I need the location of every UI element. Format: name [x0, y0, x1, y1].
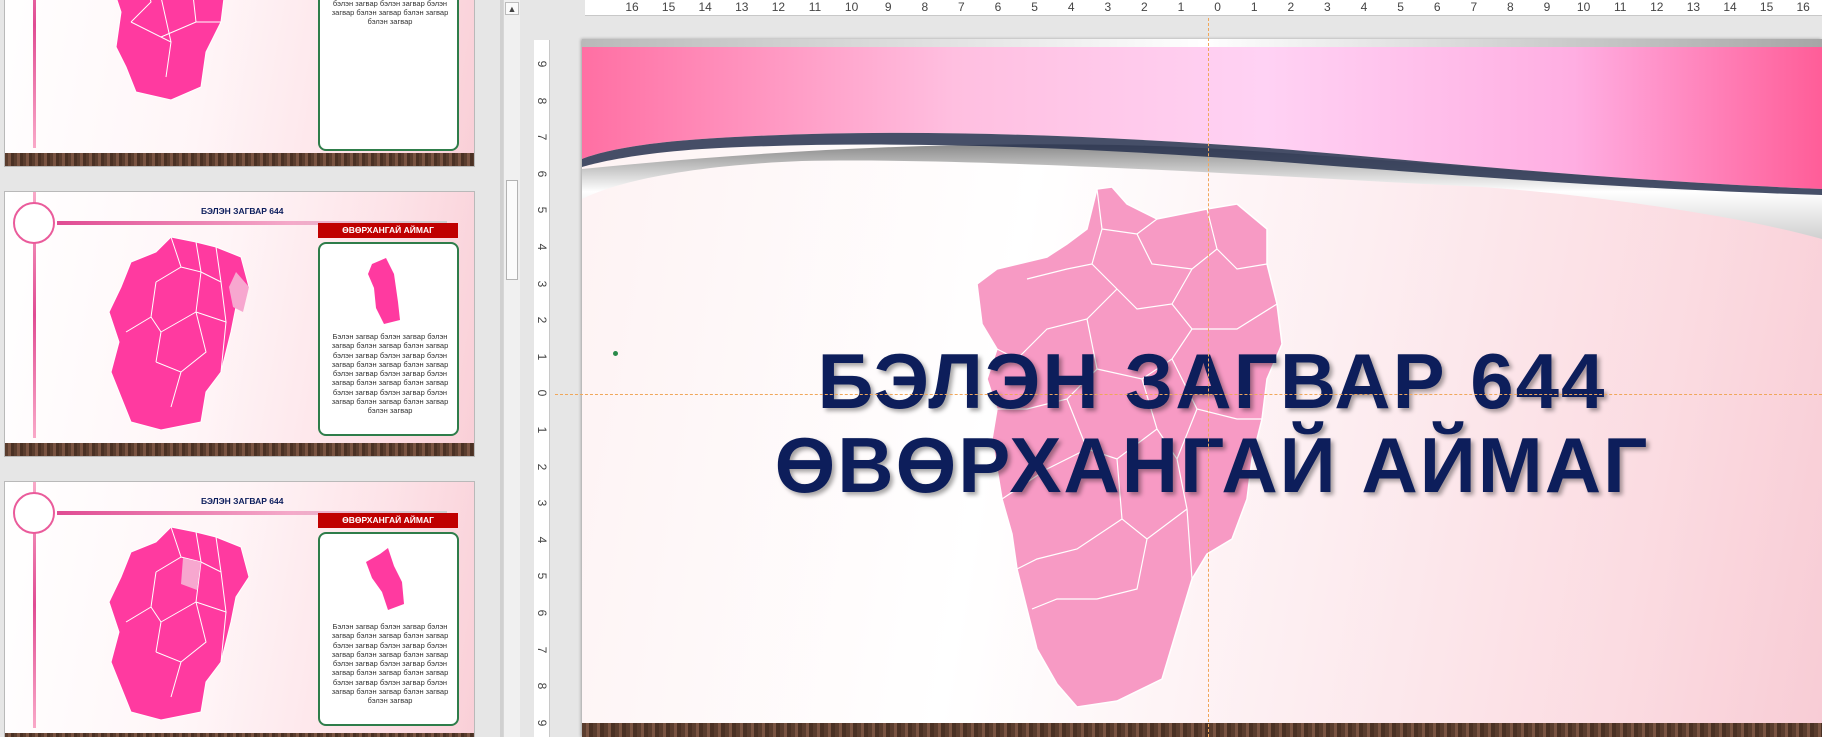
ruler-tick-label: 14: [698, 0, 712, 14]
ruler-tick-label: 2: [535, 463, 549, 470]
current-slide[interactable]: БЭЛЭН ЗАГВАР 644 ӨВӨРХАНГАЙ АЙМАГ: [582, 39, 1822, 737]
ruler-tick-label: 6: [1433, 0, 1441, 14]
ruler-tick-label: 9: [884, 0, 892, 14]
decor-floor: [5, 733, 474, 737]
ruler-tick-label: 4: [1067, 0, 1075, 14]
province-mini-map: [368, 258, 400, 324]
horizontal-ruler: 16 15 14 13 12 11 10 9 8 7 6 5 4 3 2 1 0 1 2 3 4 5 6 7 8 9 10 11 12 1…: [585, 0, 1822, 16]
ruler-tick-label: 0: [1214, 0, 1221, 14]
thumbnail-body-text: Бэлэн загвар бэлэн загвар бэлэн загвар б…: [331, 622, 449, 706]
ruler-tick-label: 6: [994, 0, 1002, 14]
thumbnail-title: БЭЛЭН ЗАГВАР 644: [201, 496, 284, 506]
ruler-tick-label: 10: [844, 0, 859, 14]
ruler-tick-label: 1: [535, 426, 549, 434]
vertical-ruler: 9 8 7 6 5 4 3 2 1 0 1 2 3 4 5 6 7 8 9: [534, 40, 550, 737]
thumbnail-body-text: Бэлэн загвар бэлэн загвар бэлэн загвар б…: [331, 332, 449, 416]
aimag-map: [108, 526, 250, 721]
ruler-tick-label: 7: [1470, 0, 1478, 14]
ruler-tick-label: 11: [808, 0, 822, 14]
slide-thumbnail-3[interactable]: БЭЛЭН ЗАГВАР 644 ӨВӨРХАНГАЙ АЙМАГ Бэлэн …: [4, 481, 475, 737]
province-label: ӨВӨРХАНГАЙ АЙМАГ: [318, 223, 458, 238]
vertical-smart-guide[interactable]: [1208, 18, 1209, 737]
ruler-tick-label: 5: [535, 207, 549, 214]
decor-floor: [582, 723, 1822, 737]
ruler-tick-label: 16: [625, 0, 639, 14]
slide-thumbnail-pane[interactable]: Бэлэн загвар бэлэн загвар бэлэн загвар б…: [0, 0, 500, 737]
ruler-tick-label: 7: [535, 646, 549, 653]
slide-title[interactable]: БЭЛЭН ЗАГВАР 644 ӨВӨРХАНГАЙ АЙМАГ: [742, 339, 1682, 507]
aimag-map: [115, 0, 225, 101]
ruler-tick-label: 3: [535, 280, 549, 287]
scroll-up-icon[interactable]: ▲: [505, 2, 519, 15]
decor-circle: [13, 202, 55, 244]
slide-thumbnail-1[interactable]: Бэлэн загвар бэлэн загвар бэлэн загвар б…: [4, 0, 475, 167]
ruler-tick-label: 0: [535, 390, 549, 397]
decor-floor: [5, 443, 474, 456]
decor-circle: [13, 492, 55, 534]
ruler-tick-label: 8: [535, 97, 549, 104]
ruler-tick-label: 10: [1576, 0, 1591, 14]
aimag-map: [108, 236, 250, 431]
ruler-tick-label: 7: [958, 0, 965, 14]
ruler-tick-label: 13: [1686, 0, 1701, 14]
ruler-tick-label: 14: [1723, 0, 1737, 14]
ruler-tick-label: 4: [535, 243, 549, 251]
ruler-tick-label: 11: [1613, 0, 1627, 14]
ruler-tick-label: 15: [1759, 0, 1774, 14]
thumbnail-title: БЭЛЭН ЗАГВАР 644: [201, 206, 284, 216]
decor-line: [33, 0, 36, 148]
thumbnail-body-text: Бэлэн загвар бэлэн загвар бэлэн загвар б…: [331, 0, 449, 27]
ruler-tick-label: 16: [1796, 0, 1810, 14]
info-textbox: Бэлэн загвар бэлэн загвар бэлэн загвар б…: [318, 242, 459, 436]
ruler-tick-label: 1: [1177, 0, 1185, 14]
ruler-tick-label: 6: [535, 609, 549, 617]
slide-editing-area[interactable]: 16 15 14 13 12 11 10 9 8 7 6 5 4 3 2 1 0 1 2 3 4 5 6 7 8 9 10 11 12 1…: [525, 0, 1822, 737]
ruler-tick-label: 6: [535, 170, 549, 178]
selection-handle[interactable]: [613, 351, 618, 356]
ruler-tick-label: 2: [535, 316, 549, 324]
ruler-tick-label: 13: [735, 0, 749, 14]
ruler-tick-label: 4: [535, 536, 549, 544]
ruler-tick-label: 9: [535, 719, 549, 727]
ruler-tick-label: 2: [1287, 0, 1295, 14]
slide-title-line1: БЭЛЭН ЗАГВАР 644: [817, 337, 1607, 425]
ruler-tick-label: 8: [1507, 0, 1514, 14]
ruler-tick-label: 1: [535, 353, 549, 361]
ruler-tick-label: 2: [1141, 0, 1148, 14]
ruler-tick-label: 4: [1360, 0, 1368, 14]
ruler-tick-label: 7: [535, 133, 549, 141]
slide-thumbnail-2[interactable]: БЭЛЭН ЗАГВАР 644 ӨВӨРХАНГАЙ АЙМАГ Бэлэн …: [4, 191, 475, 457]
ruler-tick-label: 8: [535, 682, 549, 690]
scrollbar-thumb[interactable]: [506, 180, 518, 280]
ruler-tick-label: 3: [1104, 0, 1112, 14]
ruler-tick-label: 12: [1650, 0, 1664, 14]
ruler-tick-label: 1: [1250, 0, 1258, 14]
slide-title-line2: ӨВӨРХАНГАЙ АЙМАГ: [774, 421, 1650, 509]
ruler-tick-label: 12: [771, 0, 786, 14]
ruler-tick-label: 3: [535, 499, 549, 507]
ruler-tick-label: 9: [1543, 0, 1551, 14]
ruler-tick-label: 9: [535, 60, 549, 68]
province-label: ӨВӨРХАНГАЙ АЙМАГ: [318, 513, 458, 528]
province-mini-map: [366, 548, 404, 610]
ruler-tick-label: 5: [1031, 0, 1038, 14]
thumbnail-scrollbar[interactable]: ▲: [503, 0, 520, 737]
decor-floor: [5, 153, 474, 166]
info-textbox: Бэлэн загвар бэлэн загвар бэлэн загвар б…: [318, 532, 459, 726]
ruler-tick-label: 3: [1324, 0, 1331, 14]
info-textbox: Бэлэн загвар бэлэн загвар бэлэн загвар б…: [318, 0, 459, 151]
ruler-tick-label: 5: [535, 573, 549, 580]
ruler-tick-label: 15: [661, 0, 676, 14]
ruler-tick-label: 5: [1397, 0, 1404, 14]
ruler-tick-label: 8: [921, 0, 929, 14]
horizontal-smart-guide[interactable]: [555, 394, 1822, 395]
